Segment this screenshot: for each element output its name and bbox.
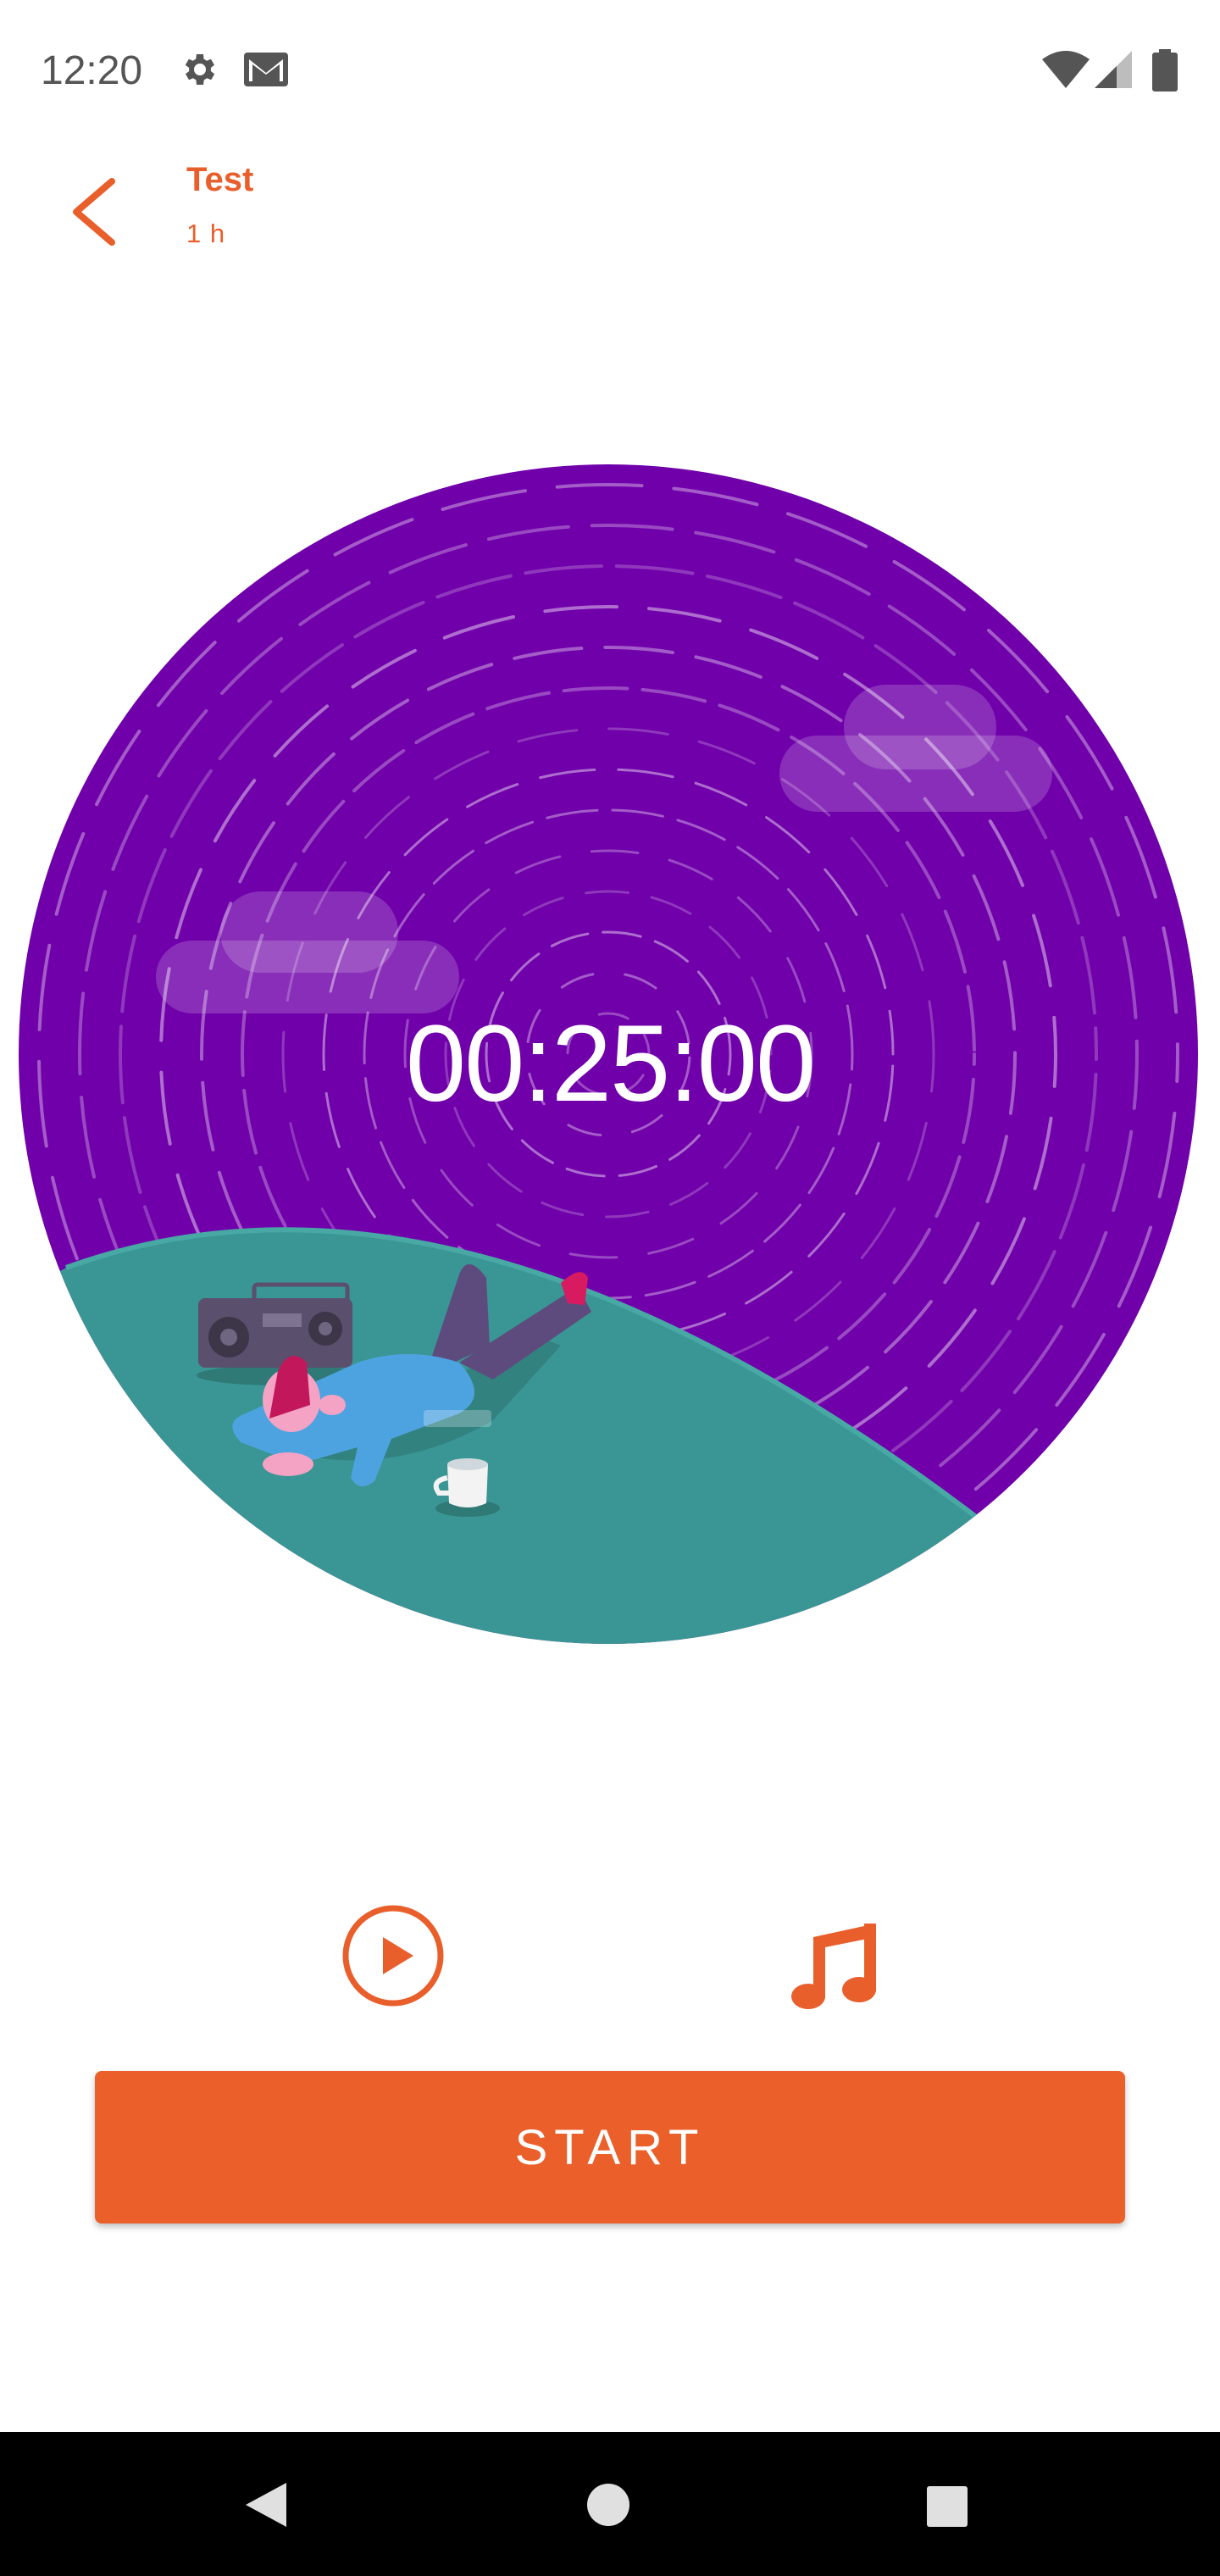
signal-icon	[1095, 51, 1132, 88]
sound-button[interactable]	[783, 1912, 884, 2013]
battery-icon	[1152, 49, 1178, 92]
status-time: 12:20	[41, 48, 143, 93]
status-bar: 12:20	[0, 0, 1220, 144]
chevron-left-icon	[73, 178, 115, 246]
back-triangle-icon[interactable]	[241, 2479, 291, 2530]
home-circle-icon[interactable]	[586, 2483, 630, 2527]
cloud-right-top	[844, 685, 996, 769]
start-button[interactable]: START	[95, 2071, 1125, 2223]
gear-icon	[185, 54, 215, 85]
page-subtitle: 1 h	[186, 219, 226, 248]
cloud-left-top	[220, 891, 398, 973]
timer-display: 00:25:00	[405, 1003, 816, 1124]
page-title: Test	[186, 161, 254, 198]
gmail-icon	[244, 53, 288, 86]
preview-button[interactable]	[341, 1903, 446, 2008]
music-note-icon	[791, 1924, 876, 2009]
recents-square-icon[interactable]	[925, 2484, 969, 2529]
play-circle-icon	[342, 1905, 444, 2007]
wifi-icon	[1042, 51, 1090, 88]
toolbar: Test 1 h	[0, 144, 1220, 280]
system-nav-bar	[0, 2432, 1220, 2576]
back-button[interactable]	[58, 169, 142, 254]
